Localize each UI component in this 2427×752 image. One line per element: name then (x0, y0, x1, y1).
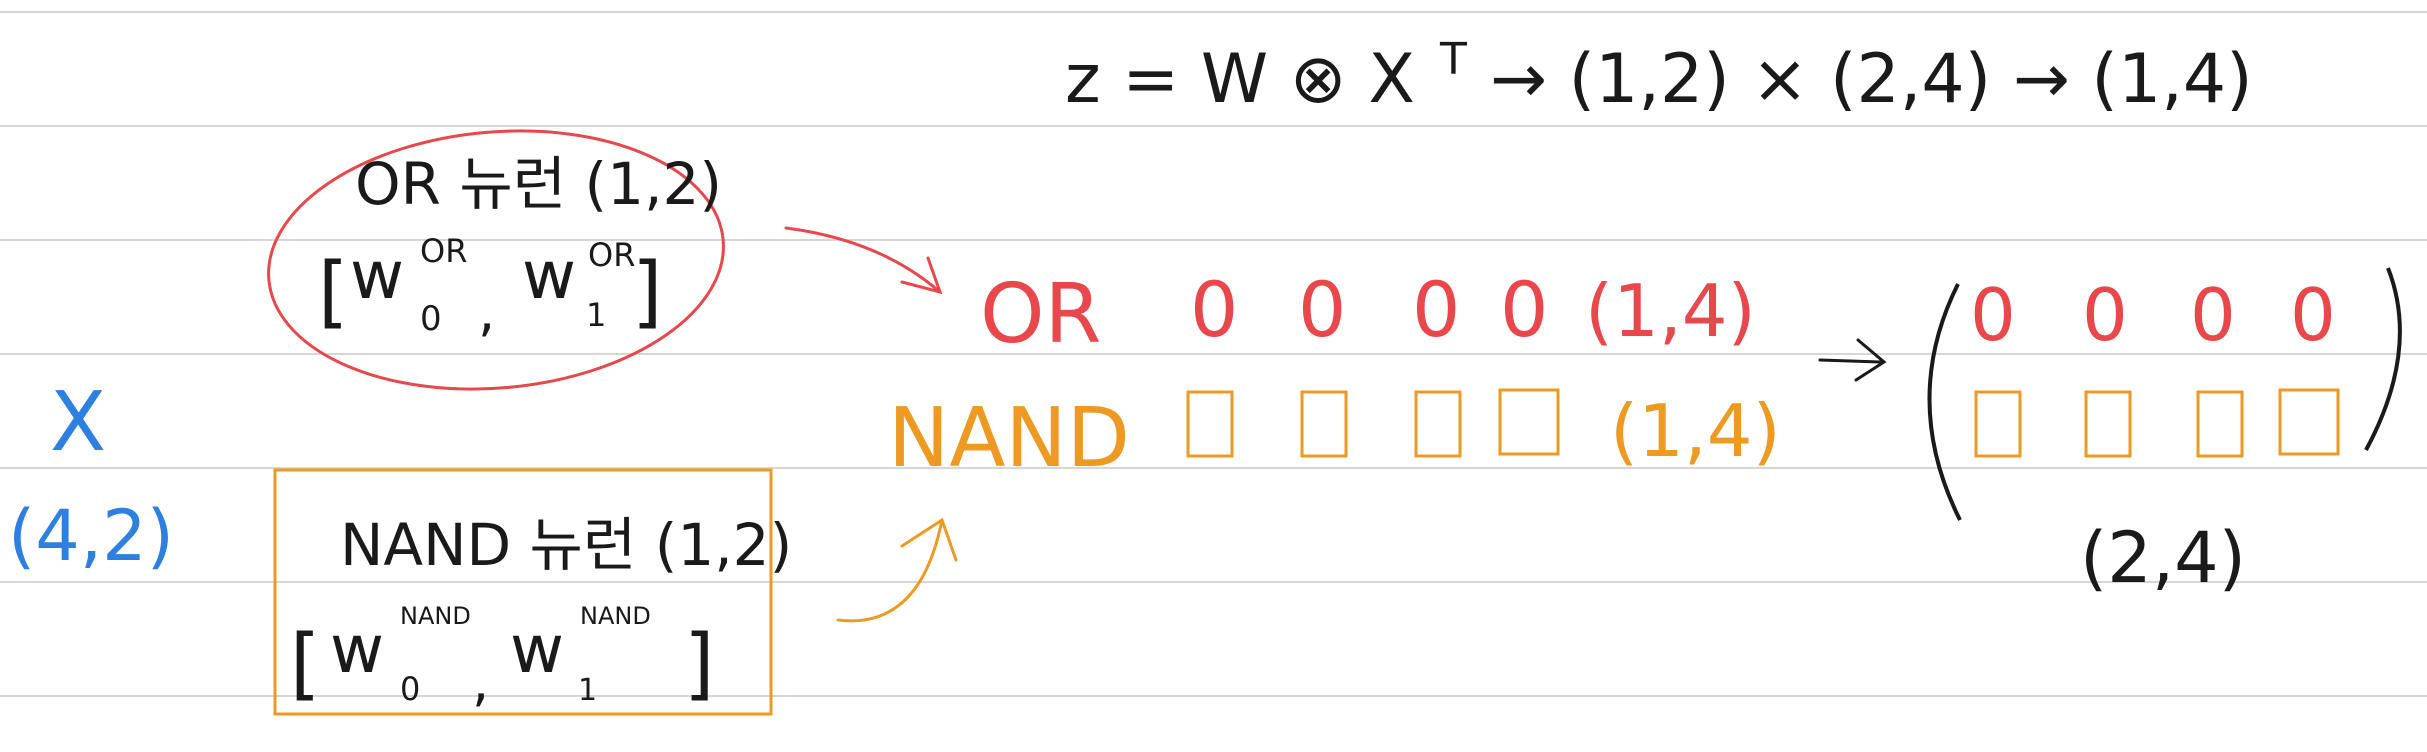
nand-cell-box (1186, 390, 1234, 458)
or-weight-w0-sub: 0 (420, 299, 442, 339)
result-left-paren (1927, 283, 1962, 521)
or-neuron-title: OR 뉴런 (1,2) (355, 150, 722, 218)
result-nand-cells (1974, 388, 2340, 458)
or-weight-w0-sup: OR (420, 232, 467, 270)
or-cell: 0 (1412, 265, 1460, 354)
formula-shapes: → (1,2) × (2,4) → (1,4) (1490, 40, 2253, 119)
nand-cell-box (1414, 390, 1462, 458)
formula-main: z = W ⊗ X (1065, 40, 1415, 119)
nand-weight-w0-sup: NAND (400, 602, 471, 630)
or-cell: 0 (1298, 265, 1346, 354)
result-cell: 0 (2082, 273, 2128, 357)
nand-weight-w0-sub: 0 (400, 670, 420, 708)
result-cell-box (2196, 390, 2244, 458)
nand-weight-close-bracket: ] (684, 619, 714, 709)
nand-row-label: NAND (888, 391, 1130, 486)
result-shape: (2,4) (2080, 517, 2246, 599)
nand-neuron: NAND 뉴런 (1,2) [ w 0 NAND , w 1 NAND ] (273, 468, 792, 716)
nand-weight-separator: , (472, 650, 489, 713)
nand-weight-w1: w (510, 611, 564, 688)
result-cell-box (2278, 388, 2340, 456)
nand-cell-box (1498, 388, 1560, 456)
x-label: X (50, 375, 106, 470)
nand-arrow (836, 518, 944, 623)
or-weight-close-bracket: ] (632, 247, 662, 337)
nand-row: NAND (1,4) (888, 388, 1781, 486)
result-right-paren (2364, 267, 2402, 451)
or-cell: 0 (1500, 265, 1548, 354)
or-row-label: OR (980, 267, 1102, 362)
nand-neuron-title: NAND 뉴런 (1,2) (340, 511, 792, 579)
result-cell: 0 (2290, 273, 2336, 357)
nand-weight-w0: w (330, 611, 384, 688)
or-weight-separator: , (478, 280, 495, 343)
nand-weight-w1-sub: 1 (578, 673, 597, 708)
result-matrix: 0 0 0 0 (2,4) (1927, 267, 2402, 599)
result-cell: 0 (1970, 273, 2016, 357)
nand-weight-open-bracket: [ (290, 619, 320, 709)
nand-arrow-head (900, 517, 958, 562)
or-arrow (784, 226, 942, 294)
or-row: OR 0 0 0 0 (1,4) (980, 265, 1756, 362)
x-shape: (4,2) (8, 495, 174, 577)
x-input: X (4,2) (8, 375, 174, 577)
or-weight-w1-sup: OR (588, 236, 635, 274)
note-canvas: z = W ⊗ X T → (1,2) × (2,4) → (1,4) X (4… (0, 11, 2427, 716)
formula: z = W ⊗ X T → (1,2) × (2,4) → (1,4) (1065, 34, 2253, 119)
or-weight-open-bracket: [ (318, 247, 348, 337)
or-row-shape: (1,4) (1585, 269, 1756, 353)
or-weight-w1-sub: 1 (586, 296, 606, 334)
formula-transpose: T (1439, 34, 1467, 85)
or-weight-w0: w (350, 237, 404, 314)
result-cell-box (1974, 390, 2022, 458)
result-cell-box (2084, 390, 2132, 458)
or-cell: 0 (1190, 265, 1238, 354)
result-arrow (1818, 358, 1882, 364)
nand-cell-box (1300, 390, 1348, 458)
or-weight-w1: w (522, 237, 576, 314)
nand-row-shape: (1,4) (1610, 389, 1781, 473)
nand-cells (1186, 388, 1560, 458)
or-neuron: OR 뉴런 (1,2) [ w 0 OR , w 1 OR ] (267, 129, 725, 391)
result-cell: 0 (2190, 273, 2236, 357)
nand-weight-w1-sup: NAND (580, 602, 651, 630)
